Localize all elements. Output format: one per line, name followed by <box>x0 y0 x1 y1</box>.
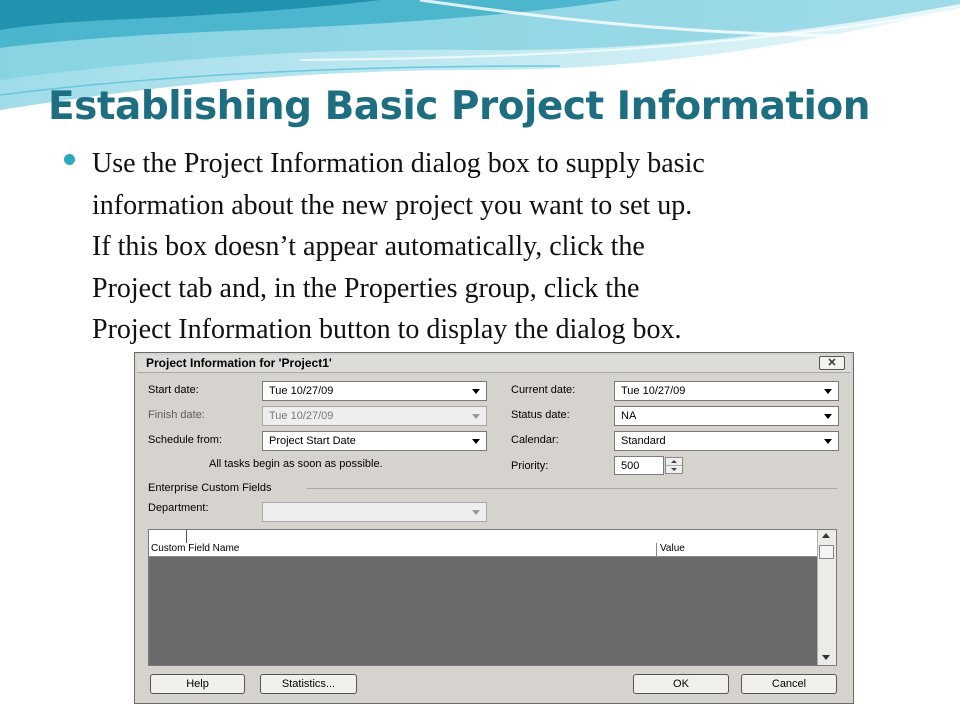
priority-input[interactable]: 500 <box>614 456 664 475</box>
priority-stepper[interactable] <box>665 457 683 474</box>
bullet-line: Use the Project Information dialog box t… <box>92 148 705 179</box>
schedule-from-value: Project Start Date <box>269 435 356 447</box>
department-label: Department: <box>148 502 209 514</box>
chevron-down-icon[interactable] <box>819 382 838 400</box>
schedule-from-label: Schedule from: <box>148 434 222 446</box>
column-header-field-name: Custom Field Name <box>151 543 240 554</box>
status-date-value: NA <box>621 410 637 422</box>
chevron-down-icon[interactable] <box>467 432 486 450</box>
stepper-down-icon[interactable] <box>666 466 682 473</box>
grid-header: Custom Field Name Value <box>149 543 817 557</box>
dialog-titlebar: Project Information for 'Project1' ✕ <box>137 355 851 373</box>
enterprise-fields-label: Enterprise Custom Fields <box>148 482 272 494</box>
start-date-value: Tue 10/27/09 <box>269 385 334 397</box>
scroll-up-icon[interactable] <box>822 533 830 538</box>
scroll-thumb[interactable] <box>819 545 834 559</box>
bullet-line: Project tab and, in the Properties group… <box>92 272 640 304</box>
grid-row-divider <box>186 530 187 543</box>
grid-edit-row[interactable] <box>149 530 817 544</box>
bullet-line: If this box doesn’t appear automatically… <box>92 231 645 262</box>
stepper-up-icon[interactable] <box>666 458 682 466</box>
status-date-label: Status date: <box>511 409 570 421</box>
slide-title: Establishing Basic Project Information <box>48 84 870 129</box>
bullet-line: Project Information button to display th… <box>92 314 682 345</box>
calendar-select[interactable]: Standard <box>614 431 839 451</box>
ok-button[interactable]: OK <box>633 674 729 694</box>
finish-date-label: Finish date: <box>148 409 205 421</box>
statistics-button[interactable]: Statistics... <box>260 674 357 694</box>
grid-scrollbar[interactable] <box>817 530 836 665</box>
schedule-note: All tasks begin as soon as possible. <box>209 458 383 470</box>
start-date-field[interactable]: Tue 10/27/09 <box>262 381 487 401</box>
start-date-label: Start date: <box>148 384 199 396</box>
priority-value: 500 <box>621 460 640 472</box>
column-header-value: Value <box>656 543 685 556</box>
section-divider <box>307 488 837 489</box>
priority-label: Priority: <box>511 460 549 472</box>
chevron-down-icon[interactable] <box>467 382 486 400</box>
bullet-line: information about the new project you wa… <box>92 189 693 221</box>
custom-fields-grid[interactable]: Custom Field Name Value <box>148 529 837 666</box>
chevron-down-icon[interactable] <box>467 407 486 425</box>
chevron-down-icon[interactable] <box>819 432 838 450</box>
cancel-button[interactable]: Cancel <box>741 674 837 694</box>
calendar-label: Calendar: <box>511 434 559 446</box>
scroll-down-icon[interactable] <box>822 655 830 660</box>
bullet-paragraph: Use the Project Information dialog box t… <box>92 143 932 351</box>
schedule-from-select[interactable]: Project Start Date <box>262 431 487 451</box>
current-date-value: Tue 10/27/09 <box>621 385 686 397</box>
finish-date-field[interactable]: Tue 10/27/09 <box>262 406 487 426</box>
bullet-icon <box>64 154 75 165</box>
close-button[interactable]: ✕ <box>819 356 845 370</box>
chevron-down-icon[interactable] <box>819 407 838 425</box>
chevron-down-icon[interactable] <box>467 503 486 521</box>
help-button[interactable]: Help <box>150 674 245 694</box>
finish-date-value: Tue 10/27/09 <box>269 410 334 422</box>
current-date-label: Current date: <box>511 384 576 396</box>
calendar-value: Standard <box>621 435 666 447</box>
current-date-field[interactable]: Tue 10/27/09 <box>614 381 839 401</box>
status-date-field[interactable]: NA <box>614 406 839 426</box>
department-select[interactable] <box>262 502 487 522</box>
dialog-title: Project Information for 'Project1' <box>146 356 332 370</box>
